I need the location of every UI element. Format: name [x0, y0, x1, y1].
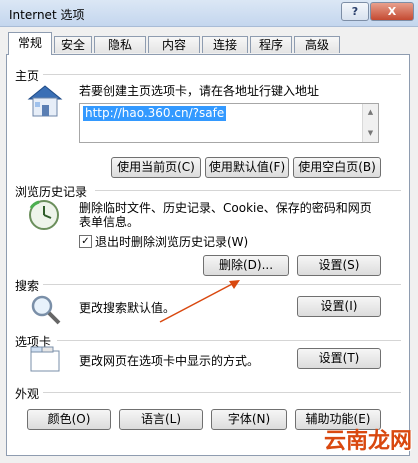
watermark-logo: 云南龙网 — [323, 429, 412, 454]
annotation-arrow — [159, 280, 240, 323]
tab-general[interactable]: 常规 — [8, 32, 52, 55]
